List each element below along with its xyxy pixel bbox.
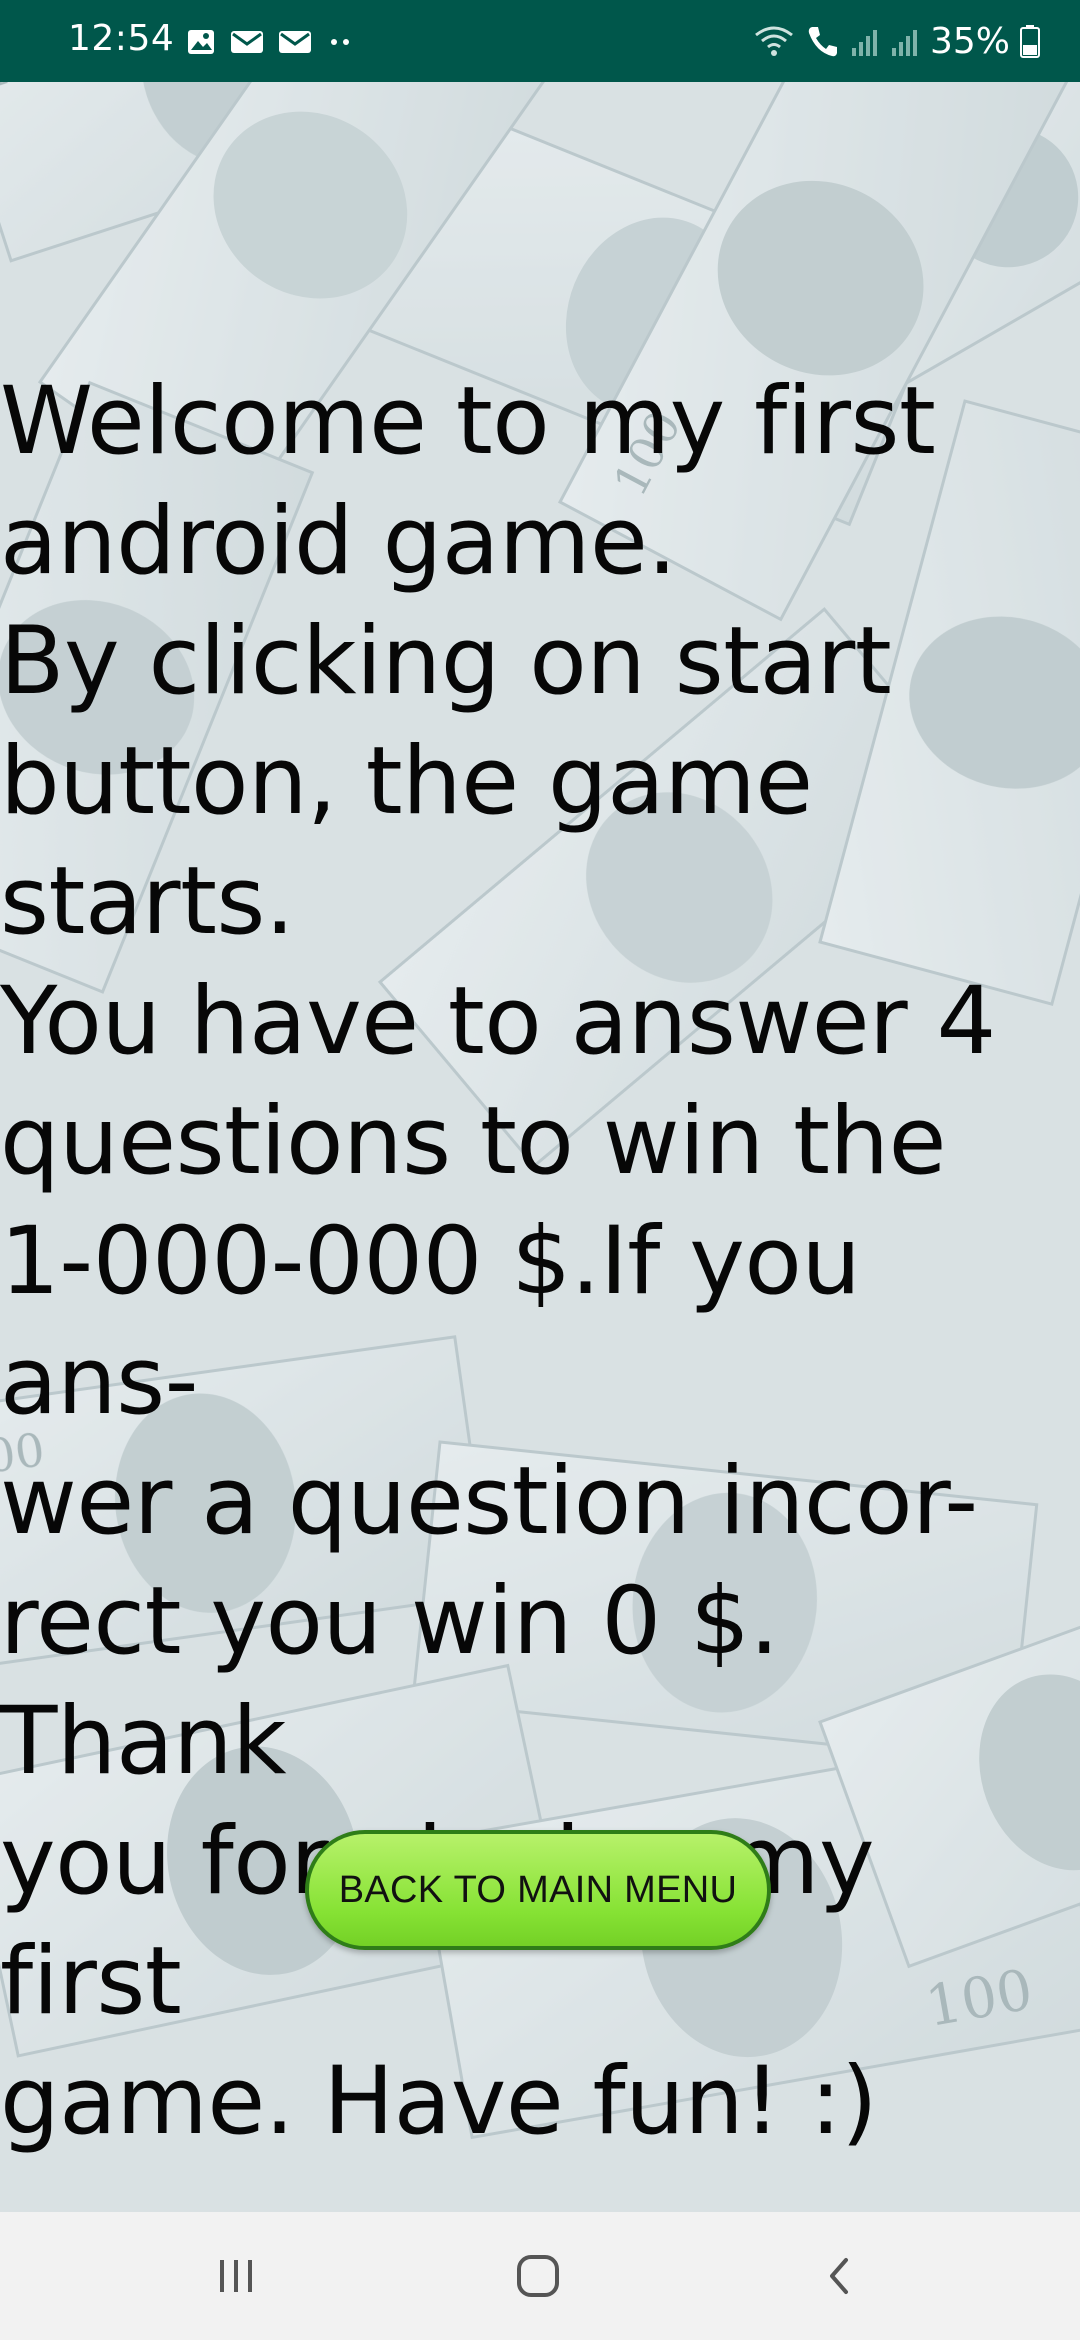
home-button[interactable]: [478, 2236, 598, 2316]
mail-icon: [231, 31, 263, 53]
image-icon: [188, 30, 214, 54]
navigation-bar: [0, 2212, 1080, 2340]
mail-icon: [279, 31, 311, 53]
status-bar: 12:54 35%: [0, 0, 1080, 82]
back-to-main-menu-button[interactable]: BACK TO MAIN MENU: [305, 1830, 771, 1950]
signal-icon: [891, 30, 917, 56]
status-right-icons: 35%: [752, 18, 1040, 64]
signal-icon: [851, 30, 877, 56]
recent-apps-button[interactable]: [176, 2236, 296, 2316]
game-intro-screen: 100 100 100 12:54 35% Welcome to my firs…: [0, 0, 1080, 2340]
home-icon: [517, 2255, 559, 2297]
notification-icons: [186, 26, 354, 58]
call-icon: [808, 27, 837, 57]
more-dots-icon: [331, 39, 349, 45]
battery-icon: [1020, 25, 1040, 58]
back-icon: [830, 2258, 848, 2294]
status-time: 12:54: [68, 18, 175, 59]
battery-percent: 35%: [929, 20, 1010, 62]
recent-apps-icon: [220, 2260, 252, 2292]
back-nav-button[interactable]: [780, 2236, 900, 2316]
back-button-label: BACK TO MAIN MENU: [338, 1868, 738, 1911]
wifi-call-icon: [755, 26, 793, 56]
